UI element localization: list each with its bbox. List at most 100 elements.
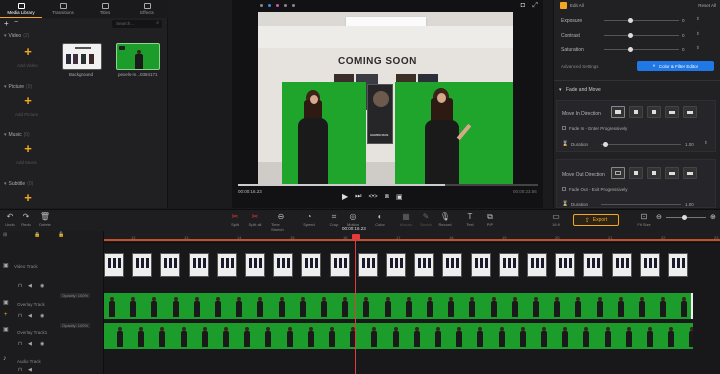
exposure-stepper[interactable]: ⬍: [696, 16, 700, 22]
exposure-value[interactable]: 0: [682, 18, 685, 23]
duration-in-knob[interactable]: [603, 142, 608, 147]
video-clip-frame[interactable]: [583, 253, 604, 277]
aspect-ratio-button[interactable]: ▭ 16:9: [546, 212, 566, 227]
video-clip-frame[interactable]: [386, 253, 406, 277]
color-button[interactable]: ◐ Color: [370, 212, 390, 227]
overlay-clip[interactable]: [104, 293, 693, 319]
volume-icon[interactable]: ◀: [28, 313, 32, 319]
video-clip-frame[interactable]: [216, 253, 237, 277]
video-clip-frame[interactable]: [301, 253, 322, 277]
eye-icon[interactable]: ◉: [40, 283, 44, 289]
reset-all-button[interactable]: Reset All: [698, 3, 716, 8]
contrast-stepper[interactable]: ⬍: [696, 31, 700, 37]
collapse-arrow-icon[interactable]: ▾: [559, 87, 562, 93]
tab-transitions[interactable]: Transitions: [42, 0, 84, 18]
zoom-in-icon[interactable]: ⊕: [710, 213, 716, 221]
move-in-right-button[interactable]: [647, 106, 661, 118]
crop-frame-icon[interactable]: ⧈: [385, 193, 389, 201]
move-out-left-button[interactable]: [629, 167, 643, 179]
overlay-clip[interactable]: [104, 323, 693, 349]
duration-in-stepper[interactable]: ⬍: [704, 140, 708, 146]
tab-effects[interactable]: Effects: [126, 0, 168, 18]
eye-icon[interactable]: ◉: [40, 313, 44, 319]
fade-in-checkbox[interactable]: [562, 126, 566, 130]
video-clip-frame[interactable]: [639, 253, 660, 277]
lock-icon[interactable]: ⊓: [18, 367, 22, 373]
fit-size-button[interactable]: ⊡ Fit Size: [634, 212, 654, 227]
lock-icon[interactable]: ⊓: [18, 313, 22, 319]
move-in-bottom-button[interactable]: [683, 106, 697, 118]
video-clip-frame[interactable]: [188, 253, 209, 277]
play-icon[interactable]: ▶: [342, 192, 348, 201]
contrast-value[interactable]: 0: [682, 33, 685, 38]
move-out-none-button[interactable]: [611, 167, 625, 179]
add-track-icon[interactable]: ⊞: [3, 232, 7, 238]
playhead-handle[interactable]: [352, 234, 360, 240]
duration-in-slider[interactable]: [601, 144, 681, 145]
add-music-button[interactable]: +: [20, 142, 36, 155]
record-button[interactable]: 🎙 Record: [435, 212, 455, 227]
video-clip-frame[interactable]: [414, 253, 435, 277]
media-thumb-background[interactable]: [62, 43, 102, 70]
mosaic-button[interactable]: ▦ Mosaic: [396, 212, 416, 227]
add-video-button[interactable]: +: [20, 45, 36, 58]
export-button[interactable]: ⇪ Export: [573, 214, 619, 226]
saturation-value[interactable]: 0: [682, 47, 685, 52]
tab-titles[interactable]: Titles: [84, 0, 126, 18]
eye-icon[interactable]: ◉: [40, 341, 44, 347]
lock-icon[interactable]: 🔒: [34, 232, 40, 238]
media-thumb-green[interactable]: [116, 43, 160, 70]
volume-icon[interactable]: ▣: [396, 193, 403, 201]
split-all-button[interactable]: ✂ Split all: [245, 212, 265, 227]
exposure-slider[interactable]: [604, 20, 679, 21]
crop-button[interactable]: ⌗ Crop: [324, 212, 344, 227]
delete-button[interactable]: 🗑 Delete: [35, 212, 55, 227]
video-clip-frame[interactable]: [245, 253, 265, 277]
move-in-left-button[interactable]: [629, 106, 643, 118]
search-icon[interactable]: ⌕: [156, 20, 159, 26]
sketch-button[interactable]: ✎ Sketch: [416, 212, 436, 227]
move-out-right-button[interactable]: [647, 167, 661, 179]
saturation-stepper[interactable]: ⬍: [696, 45, 700, 51]
video-clip-frame[interactable]: [160, 253, 181, 277]
edit-all-checkbox[interactable]: [560, 2, 567, 9]
redo-button[interactable]: ↷ Redo: [16, 212, 36, 227]
video-clip-frame[interactable]: [357, 253, 378, 277]
pip-button[interactable]: ⧉ PIP: [480, 212, 500, 227]
lock-icon[interactable]: ⊓: [18, 341, 22, 347]
contrast-knob[interactable]: [628, 33, 633, 38]
video-clip-frame[interactable]: [273, 253, 294, 277]
tab-media-library[interactable]: Media Library: [0, 0, 42, 18]
add-media-icon[interactable]: +: [4, 19, 9, 28]
timeline-ruler[interactable]: 12 13 14 15 16 17 18 19 20 21 22 23: [104, 231, 720, 243]
add-overlay-icon[interactable]: +: [4, 312, 8, 318]
contrast-slider[interactable]: [604, 35, 679, 36]
add-picture-button[interactable]: +: [20, 94, 36, 107]
video-clip-frame[interactable]: [668, 253, 688, 277]
volume-icon[interactable]: ◀: [28, 367, 32, 373]
next-frame-icon[interactable]: ⏭: [355, 193, 361, 201]
lock-icon[interactable]: ⊓: [18, 283, 22, 289]
text-button[interactable]: T Text: [460, 212, 480, 227]
add-subtitle-button[interactable]: +: [20, 191, 36, 204]
duration-in-value[interactable]: 1.00: [685, 142, 694, 147]
video-clip-frame[interactable]: [104, 253, 124, 277]
section-music-header[interactable]: ▾ Music (0): [4, 132, 30, 138]
speed-button[interactable]: ◔ Speed: [299, 212, 319, 227]
video-clip-frame[interactable]: [470, 253, 491, 277]
fade-out-checkbox[interactable]: [562, 187, 566, 191]
video-clip-frame[interactable]: [132, 253, 153, 277]
video-clip-frame[interactable]: [498, 253, 519, 277]
duration-out-value[interactable]: 1.00: [685, 202, 694, 207]
video-clip-frame[interactable]: [555, 253, 576, 277]
search-input[interactable]: Search... ⌕: [112, 20, 162, 28]
video-clip-frame[interactable]: [329, 253, 350, 277]
volume-icon[interactable]: ◀: [28, 283, 32, 289]
unlock-icon[interactable]: 🔓: [58, 232, 64, 238]
zoom-knob[interactable]: [682, 215, 687, 220]
zoom-out-icon[interactable]: ⊖: [656, 213, 662, 221]
move-out-top-button[interactable]: [665, 167, 679, 179]
section-picture-header[interactable]: ▾ Picture (0): [4, 84, 32, 90]
motion-button[interactable]: ◎ Motion: [343, 212, 363, 227]
split-button[interactable]: ✂ Split: [225, 212, 245, 227]
